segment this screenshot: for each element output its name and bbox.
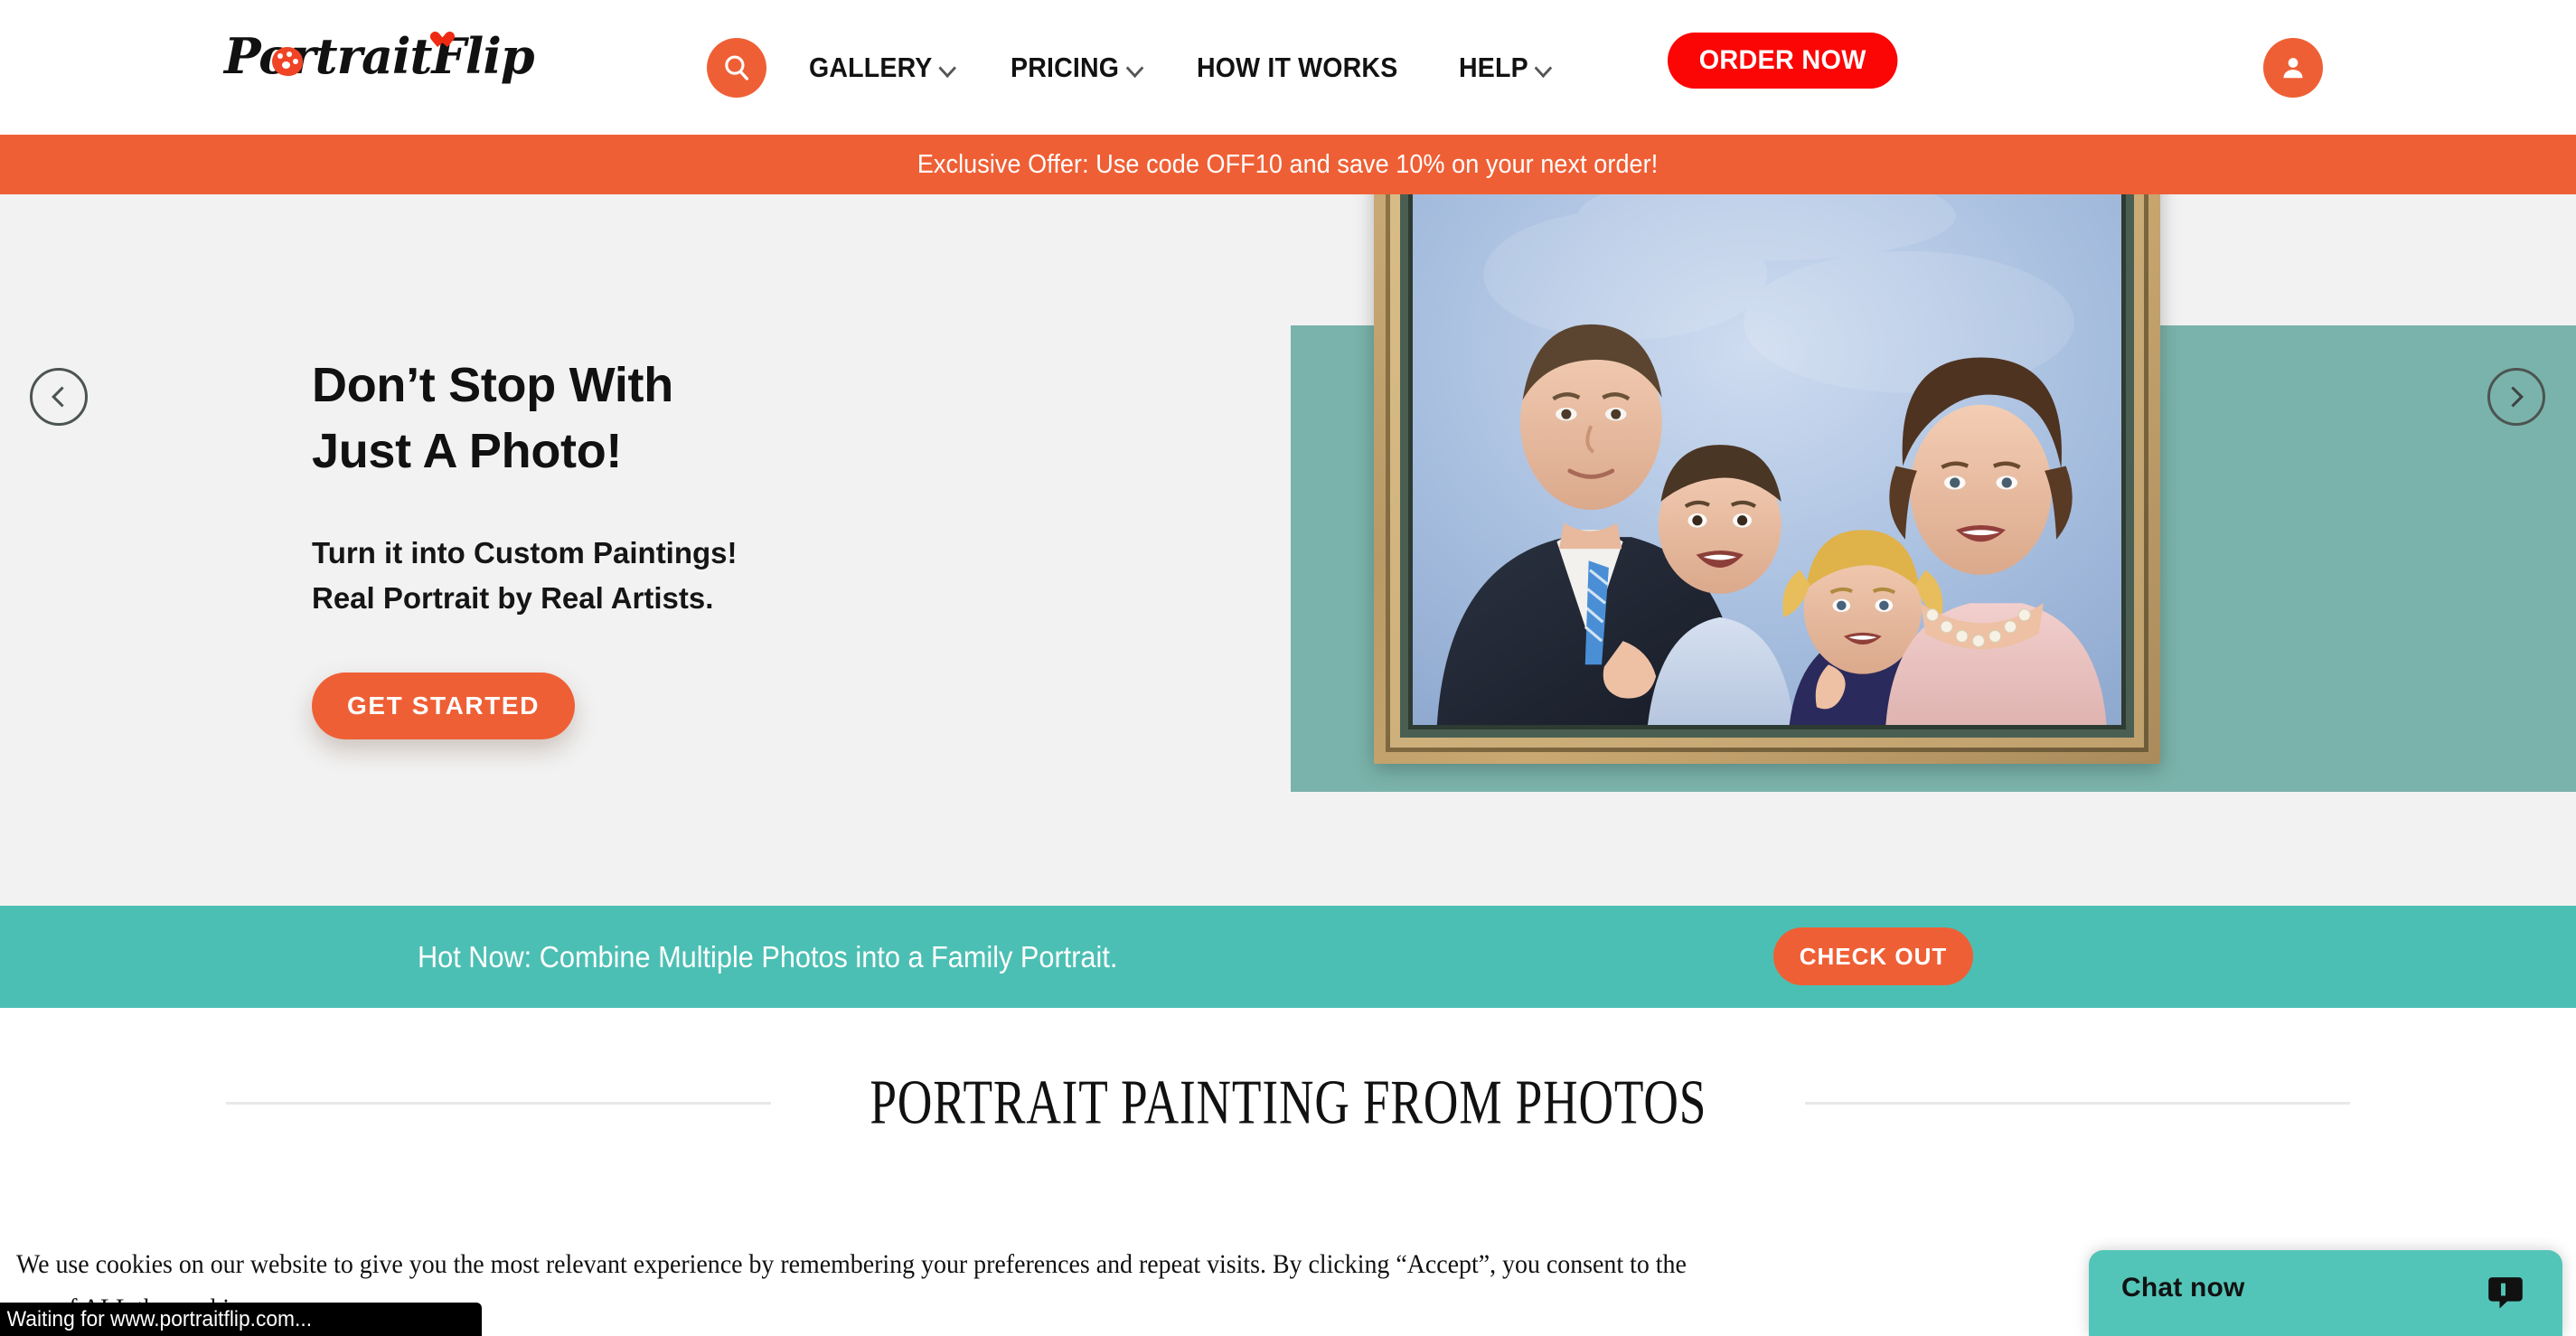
hero-subtitle-line1: Turn it into Custom Paintings! xyxy=(312,535,738,569)
nav-item-how-it-works[interactable]: HOW IT WORKS xyxy=(1197,52,1397,84)
section-heading-row: PORTRAIT PAINTING FROM PHOTOS xyxy=(226,1068,2350,1137)
divider-left xyxy=(226,1102,771,1105)
nav-label-pricing: PRICING xyxy=(1011,52,1120,83)
nav-label-how-it-works: HOW IT WORKS xyxy=(1196,52,1398,83)
hero-copy: Don’t Stop With Just A Photo! Turn it in… xyxy=(312,353,1125,740)
chevron-down-icon xyxy=(1536,60,1551,76)
section-title: PORTRAIT PAINTING FROM PHOTOS xyxy=(870,1068,1706,1138)
chevron-right-icon xyxy=(2511,386,2524,408)
heart-icon xyxy=(437,33,456,49)
search-button[interactable] xyxy=(707,38,766,98)
order-now-button[interactable]: ORDER NOW xyxy=(1668,33,1898,89)
browser-status-bar: Waiting for www.portraitflip.com... xyxy=(0,1303,482,1336)
logo-wordmark: PortraitFlip xyxy=(224,27,535,85)
carousel-next-button[interactable] xyxy=(2487,368,2545,426)
offer-banner-text: Exclusive Offer: Use code OFF10 and save… xyxy=(917,149,1659,179)
user-account-icon xyxy=(2283,58,2303,79)
promo-strip: Hot Now: Combine Multiple Photos into a … xyxy=(0,906,2576,1008)
hero-subtitle-line2: Real Portrait by Real Artists. xyxy=(312,581,714,616)
chat-widget-label: Chat now xyxy=(2121,1273,2245,1303)
nav-item-help[interactable]: HELP xyxy=(1459,52,1551,84)
page-root: PortraitFlip GALLERY PRICING HOW IT WORK… xyxy=(0,0,2576,1336)
search-icon xyxy=(725,55,749,80)
section-portrait-painting: PORTRAIT PAINTING FROM PHOTOS xyxy=(0,1008,2576,1225)
hero-carousel: Don’t Stop With Just A Photo! Turn it in… xyxy=(0,194,2576,906)
hero-artwork xyxy=(1374,194,2160,764)
painting-canvas xyxy=(1413,194,2121,725)
palette-icon xyxy=(272,47,303,76)
chat-widget[interactable]: Chat now xyxy=(2089,1250,2562,1336)
hero-subtitle: Turn it into Custom Paintings! Real Port… xyxy=(312,531,1125,621)
site-logo[interactable]: PortraitFlip xyxy=(224,24,535,89)
site-header: PortraitFlip GALLERY PRICING HOW IT WORK… xyxy=(0,0,2576,135)
promo-text: Hot Now: Combine Multiple Photos into a … xyxy=(418,939,1118,974)
main-navigation: GALLERY PRICING HOW IT WORKS HELP xyxy=(809,40,1602,96)
chat-bubble-icon xyxy=(2485,1272,2526,1318)
carousel-prev-button[interactable] xyxy=(30,368,88,426)
check-out-button[interactable]: CHECK OUT xyxy=(1773,927,1973,985)
hero-title-line2: Just A Photo! xyxy=(312,424,623,479)
hero-title: Don’t Stop With Just A Photo! xyxy=(312,353,1125,485)
chevron-down-icon xyxy=(940,60,955,76)
browser-status-text: Waiting for www.portraitflip.com... xyxy=(6,1306,313,1331)
nav-label-gallery: GALLERY xyxy=(809,52,933,83)
account-button[interactable] xyxy=(2263,38,2323,98)
chevron-down-icon xyxy=(1127,60,1142,76)
offer-banner: Exclusive Offer: Use code OFF10 and save… xyxy=(0,135,2576,194)
get-started-button[interactable]: GET STARTED xyxy=(312,673,575,740)
family-portrait-illustration xyxy=(1413,194,2121,725)
chevron-left-icon xyxy=(52,386,64,408)
nav-item-pricing[interactable]: PRICING xyxy=(1011,52,1142,84)
divider-right xyxy=(1805,1102,2350,1105)
nav-label-help: HELP xyxy=(1458,52,1528,83)
hero-title-line1: Don’t Stop With xyxy=(312,358,673,412)
nav-item-gallery[interactable]: GALLERY xyxy=(809,52,954,84)
